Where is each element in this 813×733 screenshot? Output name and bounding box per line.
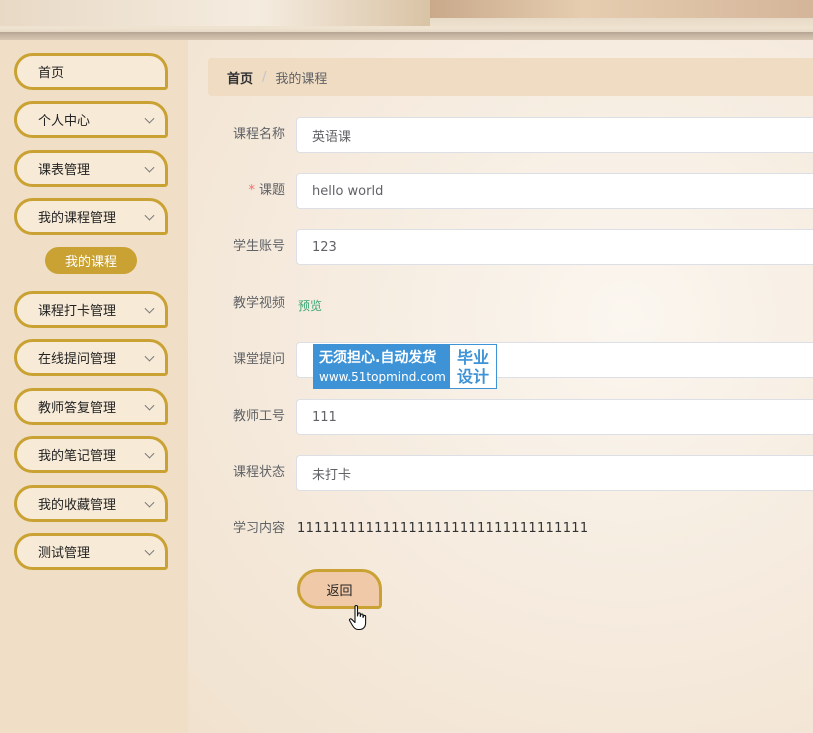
sidebar-item-label: 我的收藏管理 bbox=[38, 498, 117, 513]
breadcrumb-current: 我的课程 bbox=[275, 71, 328, 87]
breadcrumb-separator: / bbox=[262, 69, 267, 85]
sidebar-item-my-favorites[interactable]: 我的收藏管理 bbox=[14, 485, 168, 522]
back-button[interactable]: 返回 bbox=[297, 569, 382, 609]
watermark-stamp: 无须担心.自动发货 www.51topmind.com 毕业 设计 bbox=[313, 344, 497, 389]
banner-shadow bbox=[0, 32, 813, 40]
sidebar-item-label: 我的课程管理 bbox=[38, 211, 117, 226]
sidebar-item-label: 我的笔记管理 bbox=[38, 449, 117, 464]
chevron-down-icon bbox=[144, 210, 155, 221]
teacher-id-label: 教师工号 bbox=[232, 409, 285, 424]
course-status-label: 课程状态 bbox=[232, 465, 285, 480]
topic-label-text: 课题 bbox=[258, 183, 285, 198]
student-account-label: 学生账号 bbox=[232, 239, 285, 254]
sidebar-item-timetable[interactable]: 课表管理 bbox=[14, 150, 168, 187]
required-mark: * bbox=[248, 183, 255, 198]
main-content: 首页 / 我的课程 课程名称 *课题 学生账号 教学视频 预览 课堂提问 教师工… bbox=[188, 40, 813, 733]
classroom-question-label: 课堂提问 bbox=[232, 352, 285, 367]
top-banner bbox=[0, 0, 813, 40]
sidebar-item-label: 测试管理 bbox=[38, 546, 91, 561]
sidebar-item-label: 首页 bbox=[38, 66, 65, 81]
sidebar-item-teacher-replies[interactable]: 教师答复管理 bbox=[14, 388, 168, 425]
study-content-label: 学习内容 bbox=[232, 521, 285, 536]
chevron-down-icon bbox=[144, 545, 155, 556]
sidebar-item-home[interactable]: 首页 bbox=[14, 53, 168, 90]
hand-cursor-icon bbox=[348, 604, 367, 631]
chevron-down-icon bbox=[144, 497, 155, 508]
watermark-left: 无须担心.自动发货 www.51topmind.com bbox=[314, 345, 450, 388]
chevron-down-icon bbox=[144, 162, 155, 173]
course-name-label: 课程名称 bbox=[232, 127, 285, 142]
sidebar-item-personal-center[interactable]: 个人中心 bbox=[14, 101, 168, 138]
breadcrumb: 首页 / 我的课程 bbox=[208, 58, 813, 96]
chevron-down-icon bbox=[144, 303, 155, 314]
breadcrumb-home[interactable]: 首页 bbox=[227, 68, 253, 87]
course-name-field[interactable] bbox=[296, 117, 813, 153]
sidebar-item-course-checkin[interactable]: 课程打卡管理 bbox=[14, 291, 168, 328]
watermark-slogan: 无须担心.自动发货 bbox=[319, 349, 437, 366]
sidebar-item-label: 在线提问管理 bbox=[38, 352, 117, 367]
watermark-url: www.51topmind.com bbox=[319, 369, 446, 384]
sidebar-item-online-questions[interactable]: 在线提问管理 bbox=[14, 339, 168, 376]
chevron-down-icon bbox=[144, 113, 155, 124]
video-preview-link[interactable]: 预览 bbox=[298, 297, 322, 314]
sidebar-item-label: 个人中心 bbox=[38, 114, 91, 129]
sidebar-item-tests[interactable]: 测试管理 bbox=[14, 533, 168, 570]
study-content-value: 1111111111111111111111111111111111 bbox=[297, 521, 589, 536]
chevron-down-icon bbox=[144, 351, 155, 362]
teacher-id-field[interactable] bbox=[296, 399, 813, 435]
banner-image-right bbox=[430, 0, 813, 18]
teaching-video-label: 教学视频 bbox=[232, 296, 285, 311]
sidebar: 首页 个人中心 课表管理 我的课程管理 我的课程 课程打卡管理 在线提问管理 教… bbox=[0, 40, 188, 733]
watermark-right: 毕业 设计 bbox=[450, 345, 496, 388]
chevron-down-icon bbox=[144, 448, 155, 459]
watermark-word-top: 毕业 bbox=[456, 347, 489, 367]
sidebar-item-label: 课表管理 bbox=[38, 163, 91, 178]
topic-label: * 课题 bbox=[208, 183, 285, 199]
watermark-word-bottom: 设计 bbox=[456, 366, 489, 386]
topic-field[interactable] bbox=[296, 173, 813, 209]
sidebar-item-label: 课程打卡管理 bbox=[38, 304, 117, 319]
student-account-field[interactable] bbox=[296, 229, 813, 265]
banner-image-left bbox=[0, 0, 430, 26]
sidebar-item-my-courses[interactable]: 我的课程管理 bbox=[14, 198, 168, 235]
chevron-down-icon bbox=[144, 400, 155, 411]
sidebar-item-my-notes[interactable]: 我的笔记管理 bbox=[14, 436, 168, 473]
course-status-field[interactable] bbox=[296, 455, 813, 491]
sidebar-subitem-my-course[interactable]: 我的课程 bbox=[45, 247, 137, 274]
sidebar-item-label: 教师答复管理 bbox=[38, 401, 117, 416]
